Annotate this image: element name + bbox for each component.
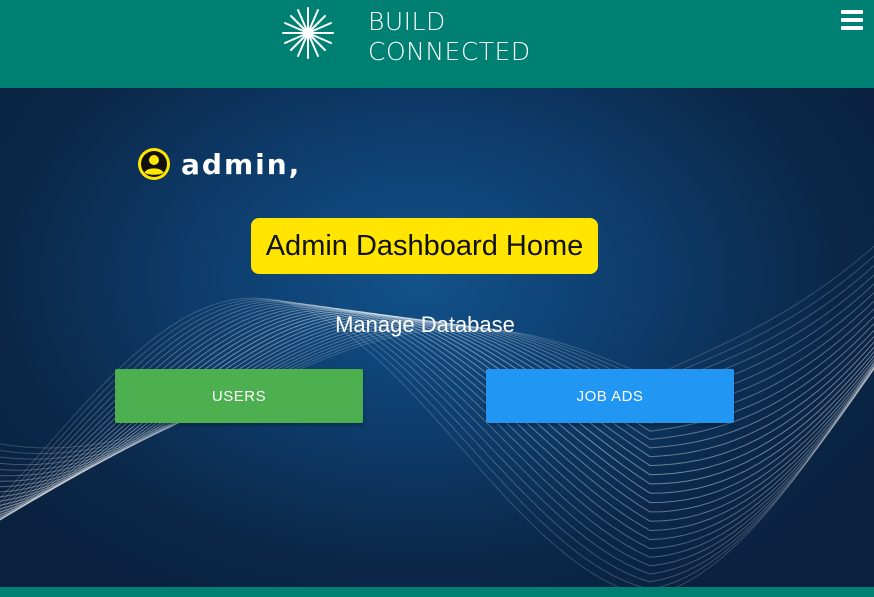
job-ads-button[interactable]: JOB ADS (486, 369, 734, 423)
users-button[interactable]: USERS (115, 369, 363, 423)
page-title-badge: Admin Dashboard Home (251, 218, 598, 274)
top-header: BUILD CONNECTED (0, 0, 874, 88)
wave-line (0, 302, 874, 567)
brand-line-1: BUILD (368, 7, 446, 36)
menu-bar (841, 10, 863, 14)
brand-wordmark[interactable]: BUILD CONNECTED (368, 7, 531, 67)
user-circle-icon (138, 148, 170, 180)
menu-bar (841, 18, 863, 22)
brand-line-2: CONNECTED (368, 37, 531, 66)
greeting-text: admin, (181, 147, 302, 181)
footer-strip (0, 587, 874, 597)
starburst-logo-icon (282, 7, 334, 59)
user-greeting: admin, (137, 147, 301, 181)
menu-bar (841, 26, 863, 30)
page-title: Admin Dashboard Home (265, 229, 584, 262)
hero-section: admin, Admin Dashboard Home Manage Datab… (0, 88, 874, 587)
section-subtitle: Manage Database (335, 312, 515, 337)
wave-line (0, 304, 874, 550)
wave-line (0, 303, 874, 558)
hamburger-menu-icon[interactable] (841, 10, 863, 30)
